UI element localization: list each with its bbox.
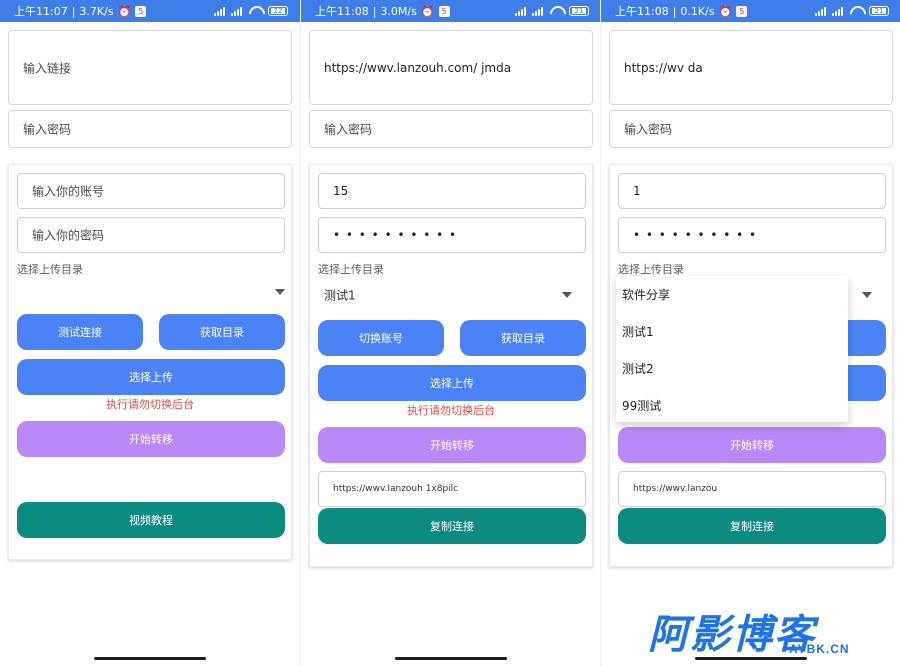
network-speed: 3.7K/s	[79, 4, 114, 18]
link-input[interactable]: https://wv da	[609, 30, 893, 105]
wifi-icon	[849, 6, 863, 16]
status-bar: 上午11:08 | 0.1K/s ⏰ 5 21	[601, 0, 900, 22]
warning-text: 执行请勿切换后台	[407, 404, 495, 417]
account-password-input[interactable]: 输入你的密码	[17, 217, 285, 253]
copy-link-button[interactable]: 复制连接	[618, 508, 886, 544]
dropdown-item[interactable]: 99测试	[622, 397, 661, 414]
account-password-input[interactable]: • • • • • • • • • •	[618, 217, 886, 253]
copy-link-button[interactable]: 复制连接	[318, 508, 586, 544]
password-input[interactable]: 输入密码	[309, 110, 593, 148]
app-notification-icon: 5	[736, 5, 748, 17]
dropdown-item[interactable]: 测试1	[622, 323, 654, 340]
chevron-down-icon	[862, 292, 872, 298]
warning-text: 执行请勿切换后台	[106, 398, 194, 411]
start-transfer-button[interactable]: 开始转移	[618, 427, 886, 463]
account-input[interactable]: 1	[618, 173, 886, 209]
signal-icon	[515, 6, 526, 16]
dropdown-item[interactable]: 测试2	[622, 360, 654, 377]
wifi-icon	[549, 6, 563, 16]
upload-dir-select[interactable]: 测试1	[318, 284, 572, 306]
app-notification-icon: 5	[438, 5, 450, 17]
chevron-down-icon	[275, 289, 285, 295]
upload-dir-select[interactable]	[17, 281, 285, 303]
status-bar: 上午11:08 | 3.0M/s ⏰ 5 21	[301, 0, 601, 22]
home-indicator	[394, 657, 507, 660]
upload-card: 15 • • • • • • • • • • 选择上传目录 测试1 切换账号 获…	[309, 164, 593, 567]
app-notification-icon: 5	[135, 5, 147, 17]
upload-dir-label: 选择上传目录	[17, 263, 83, 276]
logo-domain: AYBK.CN	[789, 642, 850, 656]
battery-icon: 21	[569, 6, 589, 16]
link-input[interactable]: 输入链接	[8, 30, 292, 105]
upload-card: 输入你的账号 输入你的密码 选择上传目录 测试连接 获取目录 选择上传 执行请勿…	[8, 164, 292, 560]
upload-dir-dropdown-menu: 软件分享 测试1 测试2 99测试	[616, 276, 848, 422]
get-directory-button[interactable]: 获取目录	[460, 320, 586, 356]
signal-icon-2	[231, 6, 242, 16]
result-link-field[interactable]: https://wwv.lanzouh 1x8pilc	[318, 471, 586, 507]
dropdown-item[interactable]: 软件分享	[622, 286, 670, 303]
video-tutorial-button[interactable]: 视频教程	[17, 502, 285, 538]
status-bar: 上午11:07 | 3.7K/s ⏰ 5 22	[0, 0, 300, 22]
signal-icon-2	[532, 6, 543, 16]
upload-dir-label: 选择上传目录	[318, 263, 384, 276]
brand-logo: 阿影博客 AYBK.CN	[648, 603, 876, 658]
wifi-icon	[248, 6, 262, 16]
network-speed: 0.1K/s	[680, 4, 715, 18]
signal-icon	[815, 6, 826, 16]
alarm-icon: ⏰	[420, 4, 435, 18]
status-time: 上午11:07	[14, 5, 68, 18]
alarm-icon: ⏰	[117, 4, 132, 18]
password-input[interactable]: 输入密码	[8, 110, 292, 148]
status-time: 上午11:08	[315, 5, 369, 18]
test-connection-button[interactable]: 测试连接	[17, 314, 143, 350]
link-input[interactable]: https://wwv.lanzouh.com/ jmda	[309, 30, 593, 105]
select-upload-button[interactable]: 选择上传	[318, 365, 586, 401]
upload-dir-label: 选择上传目录	[618, 263, 684, 276]
account-input[interactable]: 输入你的账号	[17, 173, 285, 209]
signal-icon-2	[832, 6, 843, 16]
account-input[interactable]: 15	[318, 173, 586, 209]
select-upload-button[interactable]: 选择上传	[17, 359, 285, 395]
battery-icon: 21	[869, 6, 889, 16]
get-directory-button[interactable]: 获取目录	[159, 314, 285, 350]
result-link-field[interactable]: https://wwv.lanzou	[618, 471, 886, 507]
start-transfer-button[interactable]: 开始转移	[318, 427, 586, 463]
phone-screen-1: 上午11:07 | 3.7K/s ⏰ 5 22 输入链接 输入密码 输入你的账号	[0, 0, 300, 666]
status-time: 上午11:08	[615, 5, 669, 18]
home-indicator	[94, 657, 206, 660]
screenshot-collage: 上午11:07 | 3.7K/s ⏰ 5 22 输入链接 输入密码 输入你的账号	[0, 0, 900, 666]
alarm-icon: ⏰	[718, 4, 733, 18]
account-password-input[interactable]: • • • • • • • • • •	[318, 217, 586, 253]
start-transfer-button[interactable]: 开始转移	[17, 421, 285, 457]
chevron-down-icon	[562, 292, 572, 298]
switch-account-button[interactable]: 切换账号	[318, 320, 444, 356]
password-input[interactable]: 输入密码	[609, 110, 893, 148]
battery-icon: 22	[268, 6, 288, 16]
phone-screen-2: 上午11:08 | 3.0M/s ⏰ 5 21 https://wwv.lanz…	[300, 0, 601, 666]
signal-icon	[214, 6, 225, 16]
network-speed: 3.0M/s	[380, 4, 417, 18]
